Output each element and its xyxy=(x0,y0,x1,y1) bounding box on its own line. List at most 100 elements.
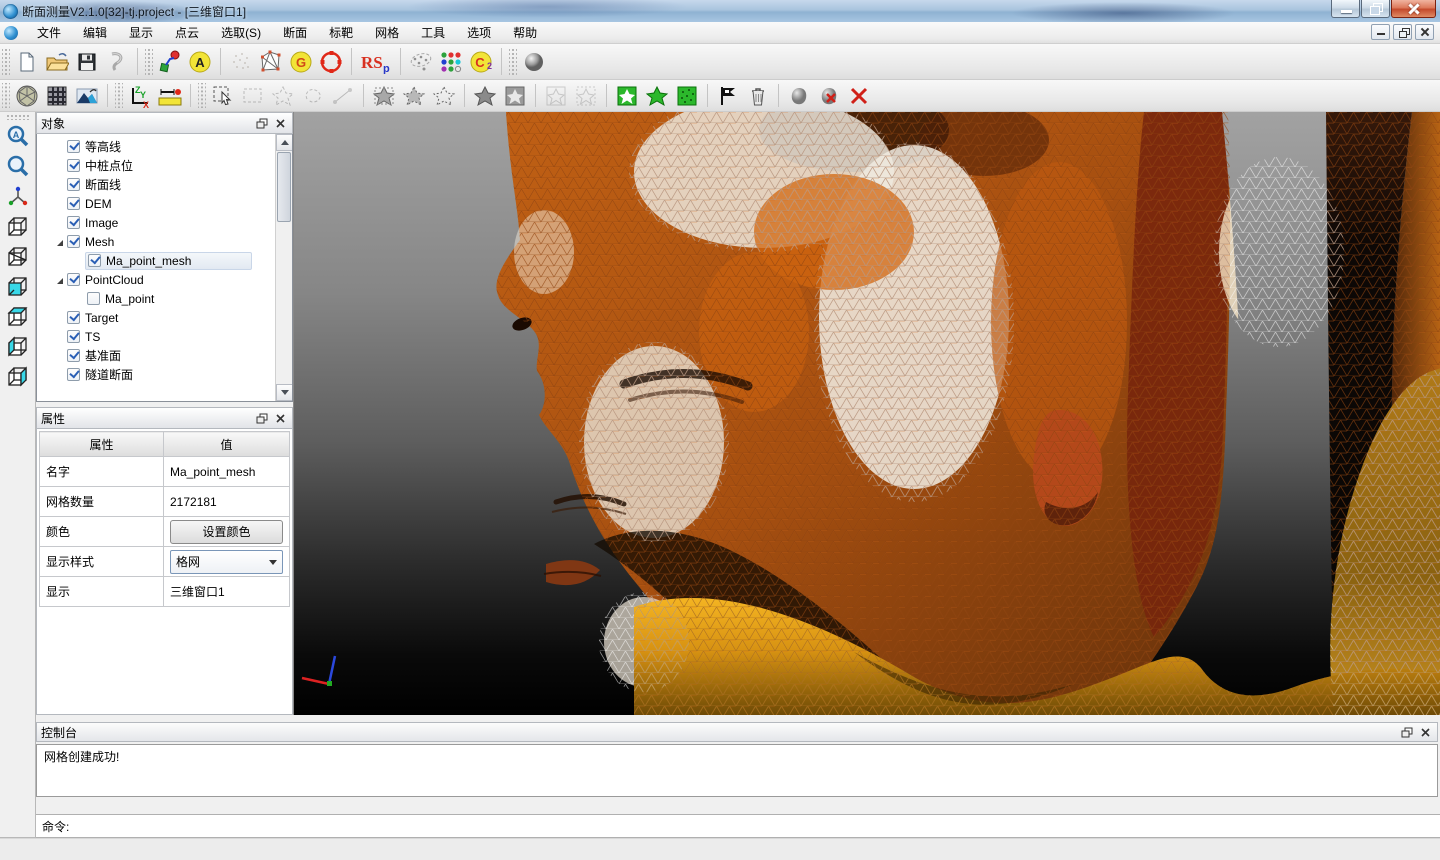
checkbox[interactable] xyxy=(87,292,100,305)
cancel-x-button[interactable] xyxy=(844,83,874,109)
menu-file[interactable]: 文件 xyxy=(26,23,72,43)
tree-item[interactable]: 隧道断面 xyxy=(37,365,292,384)
line-select-button[interactable] xyxy=(328,83,358,109)
polygon-select-button[interactable] xyxy=(268,83,298,109)
menu-mesh[interactable]: 网格 xyxy=(364,23,410,43)
axes-3d-button[interactable] xyxy=(0,182,36,212)
child-close-button[interactable] xyxy=(1415,24,1434,40)
zyx-axes-button[interactable]: ZYX xyxy=(125,83,155,109)
checkbox[interactable] xyxy=(67,159,80,172)
grid-board-button[interactable] xyxy=(42,83,72,109)
toolbar-grip[interactable] xyxy=(6,114,29,120)
registration-button[interactable] xyxy=(155,48,185,76)
view-cube-2-button[interactable] xyxy=(0,242,36,272)
circle-g-button[interactable]: G xyxy=(286,48,316,76)
checkbox[interactable] xyxy=(67,330,80,343)
circle-a-button[interactable]: A xyxy=(185,48,215,76)
geodesic-sphere-button[interactable] xyxy=(12,83,42,109)
green-star-button[interactable] xyxy=(642,83,672,109)
float-panel-icon[interactable] xyxy=(1399,725,1414,739)
tree-item[interactable]: Target xyxy=(37,308,292,327)
c2-tool-button[interactable]: C2 xyxy=(466,48,496,76)
set-color-button[interactable]: 设置颜色 xyxy=(170,520,283,544)
close-panel-icon[interactable] xyxy=(1418,725,1433,739)
new-file-button[interactable] xyxy=(12,48,42,76)
star-solid-button[interactable] xyxy=(470,83,500,109)
checkbox[interactable] xyxy=(67,140,80,153)
selected-row[interactable]: Ma_point_mesh xyxy=(85,252,252,270)
terrain-view-button[interactable] xyxy=(72,83,102,109)
point-cloud-button[interactable] xyxy=(226,48,256,76)
tree-item[interactable]: 中桩点位 xyxy=(37,156,292,175)
tree-item[interactable]: Image xyxy=(37,213,292,232)
star-select-3-button[interactable] xyxy=(429,83,459,109)
menu-select[interactable]: 选取(S) xyxy=(210,23,272,43)
display-style-dropdown[interactable]: 格网 xyxy=(170,550,283,574)
ellipse-scatter-button[interactable] xyxy=(406,48,436,76)
tree-scrollbar[interactable] xyxy=(275,134,292,401)
menu-help[interactable]: 帮助 xyxy=(502,23,548,43)
view-left-button[interactable] xyxy=(0,332,36,362)
star-select-2-button[interactable] xyxy=(399,83,429,109)
toolbar-grip[interactable] xyxy=(2,83,10,108)
blob-delete-button[interactable] xyxy=(814,83,844,109)
menu-target[interactable]: 标靶 xyxy=(318,23,364,43)
toolbar-grip[interactable] xyxy=(145,48,153,76)
tree-item[interactable]: 等高线 xyxy=(37,137,292,156)
close-panel-icon[interactable] xyxy=(273,411,288,425)
zoom-all-button[interactable]: A xyxy=(0,122,36,152)
tree-item[interactable]: Ma_point xyxy=(37,289,292,308)
save-button[interactable] xyxy=(72,48,102,76)
checkbox[interactable] xyxy=(67,349,80,362)
minimize-button[interactable] xyxy=(1331,0,1360,18)
scroll-down-icon[interactable] xyxy=(276,384,293,401)
float-panel-icon[interactable] xyxy=(254,116,269,130)
scroll-thumb[interactable] xyxy=(277,152,291,222)
view-right-button[interactable] xyxy=(0,362,36,392)
viewport-3d[interactable] xyxy=(293,112,1440,715)
star-box-button[interactable] xyxy=(500,83,530,109)
green-dots-box-button[interactable] xyxy=(672,83,702,109)
toolbar-grip[interactable] xyxy=(2,48,10,76)
menu-section[interactable]: 断面 xyxy=(272,23,318,43)
open-folder-button[interactable] xyxy=(42,48,72,76)
frame-star-2-button[interactable] xyxy=(571,83,601,109)
measure-distance-button[interactable] xyxy=(155,83,185,109)
rs-p-button[interactable]: RSp xyxy=(357,48,395,76)
tree-item[interactable]: 基准面 xyxy=(37,346,292,365)
tree-item[interactable]: Mesh xyxy=(37,232,292,251)
scroll-up-icon[interactable] xyxy=(276,134,293,151)
menu-tools[interactable]: 工具 xyxy=(410,23,456,43)
tree-item[interactable]: DEM xyxy=(37,194,292,213)
close-button[interactable] xyxy=(1391,0,1436,18)
float-panel-icon[interactable] xyxy=(254,411,269,425)
view-cube-1-button[interactable] xyxy=(0,212,36,242)
view-top-button[interactable] xyxy=(0,302,36,332)
restore-button[interactable] xyxy=(1361,0,1390,18)
checkbox[interactable] xyxy=(67,235,80,248)
tree-item[interactable]: PointCloud xyxy=(37,270,292,289)
delete-trash-button[interactable] xyxy=(743,83,773,109)
menu-display[interactable]: 显示 xyxy=(118,23,164,43)
rect-select-button[interactable] xyxy=(238,83,268,109)
lasso-select-button[interactable] xyxy=(298,83,328,109)
select-cursor-button[interactable] xyxy=(208,83,238,109)
tree-item[interactable]: Ma_point_mesh xyxy=(37,251,292,270)
view-front-button[interactable] xyxy=(0,272,36,302)
close-panel-icon[interactable] xyxy=(273,116,288,130)
expander-icon[interactable] xyxy=(53,273,67,287)
menu-edit[interactable]: 编辑 xyxy=(72,23,118,43)
zoom-button[interactable] xyxy=(0,152,36,182)
frame-star-1-button[interactable] xyxy=(541,83,571,109)
blob-sphere-button[interactable] xyxy=(784,83,814,109)
tree-item[interactable]: TS xyxy=(37,327,292,346)
menu-pointcloud[interactable]: 点云 xyxy=(164,23,210,43)
color-grid-button[interactable] xyxy=(436,48,466,76)
circle-fit-button[interactable] xyxy=(316,48,346,76)
checkbox[interactable] xyxy=(88,254,101,267)
star-select-1-button[interactable] xyxy=(369,83,399,109)
child-minimize-button[interactable] xyxy=(1371,24,1390,40)
sphere-button[interactable] xyxy=(519,48,549,76)
wireframe-box-button[interactable] xyxy=(256,48,286,76)
checkbox[interactable] xyxy=(67,273,80,286)
